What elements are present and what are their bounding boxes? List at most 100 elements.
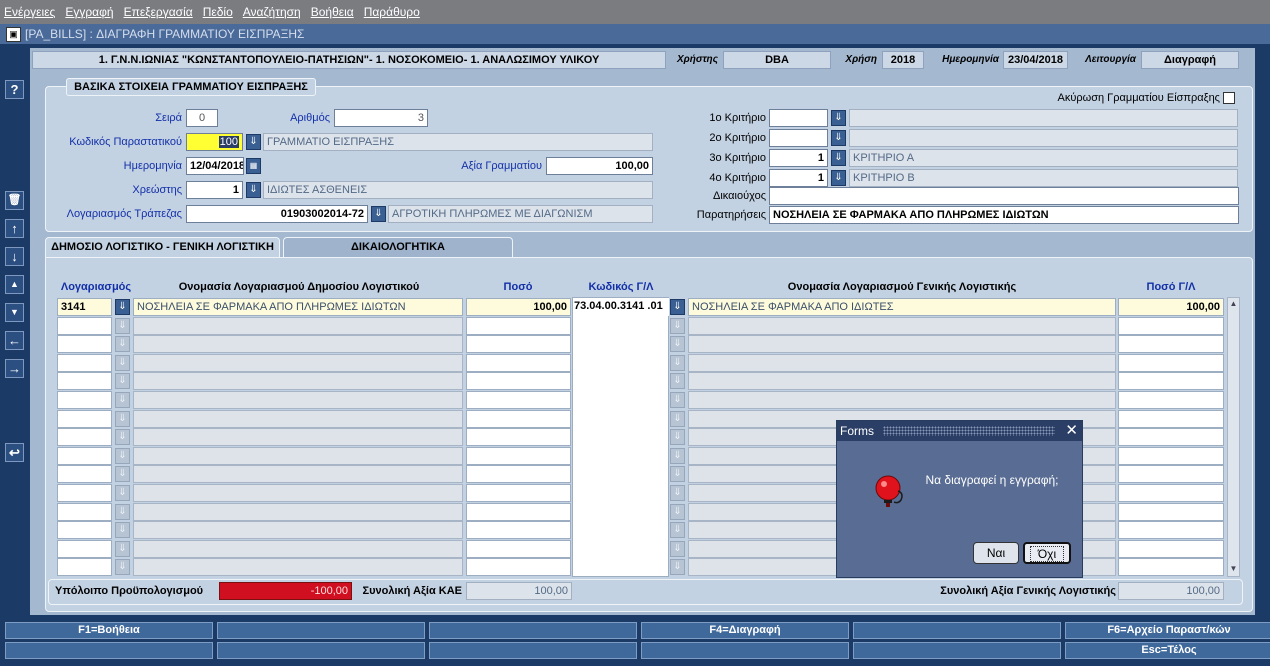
- row-lov-icon[interactable]: ⇓: [670, 466, 685, 483]
- cell-gl-amount[interactable]: [1118, 465, 1224, 484]
- menu-search[interactable]: Αναζήτηση: [243, 5, 301, 19]
- row-lov-icon[interactable]: ⇓: [670, 299, 685, 315]
- fkey-row2-3[interactable]: [429, 642, 637, 659]
- cell-gl-amount[interactable]: [1118, 428, 1224, 447]
- cell-account[interactable]: [57, 391, 112, 409]
- crit4-field[interactable]: 1: [769, 169, 828, 187]
- cell-amount[interactable]: [466, 316, 571, 335]
- row-lov-icon[interactable]: ⇓: [670, 540, 685, 557]
- crit2-field[interactable]: [769, 129, 828, 147]
- cell-amount[interactable]: [466, 558, 571, 577]
- debtor-field[interactable]: 1: [186, 181, 243, 199]
- cell-gl-amount[interactable]: [1118, 502, 1224, 521]
- cell-amount[interactable]: [466, 446, 571, 465]
- cell-gl-amount[interactable]: [1118, 391, 1224, 409]
- help-icon[interactable]: ?: [5, 80, 24, 99]
- row-lov-icon[interactable]: ⇓: [670, 373, 685, 390]
- cell-account[interactable]: [57, 353, 112, 372]
- bank-field[interactable]: 01903002014-72: [186, 205, 368, 223]
- fkey-row1-4[interactable]: F4=Διαγραφή: [641, 622, 849, 639]
- menu-window[interactable]: Παράθυρο: [364, 5, 420, 19]
- row-lov-icon[interactable]: ⇓: [115, 447, 130, 464]
- fkey-row2-1[interactable]: [5, 642, 213, 659]
- scroll-up-icon[interactable]: ▲: [1228, 298, 1239, 310]
- crit3-lov-icon[interactable]: ⇓: [831, 150, 846, 166]
- triangle-up-icon[interactable]: ▲: [5, 275, 24, 294]
- cell-amount[interactable]: [466, 391, 571, 409]
- tab-documents[interactable]: ΔΙΚΑΙΟΛΟΓΗΤΙΚΑ: [283, 237, 513, 257]
- row-lov-icon[interactable]: ⇓: [115, 466, 130, 483]
- notes-field[interactable]: ΝΟΣΗΛΕΙΑ ΣΕ ΦΑΡΜΑΚΑ ΑΠΟ ΠΛΗΡΩΜΕΣ ΙΔΙΩΤΩΝ: [769, 206, 1239, 224]
- menu-help[interactable]: Βοήθεια: [311, 5, 354, 19]
- row-lov-icon[interactable]: ⇓: [115, 373, 130, 390]
- grid-scrollbar[interactable]: [1227, 297, 1240, 577]
- cell-account[interactable]: [57, 446, 112, 465]
- cell-amount[interactable]: [466, 484, 571, 502]
- cell-account[interactable]: 3141: [57, 298, 112, 316]
- row-lov-icon[interactable]: ⇓: [115, 522, 130, 539]
- cell-account[interactable]: [57, 372, 112, 391]
- arrow-left-icon[interactable]: ←: [5, 331, 24, 350]
- cell-amount[interactable]: [466, 335, 571, 354]
- row-lov-icon[interactable]: ⇓: [115, 392, 130, 408]
- menu-actions[interactable]: Ενέργειες: [4, 5, 55, 19]
- row-lov-icon[interactable]: ⇓: [115, 354, 130, 371]
- arrow-down-icon[interactable]: ↓: [5, 247, 24, 266]
- cell-gl-amount[interactable]: [1118, 521, 1224, 540]
- triangle-down-icon[interactable]: ▼: [5, 303, 24, 322]
- cell-gl-amount[interactable]: [1118, 409, 1224, 428]
- arrow-up-icon[interactable]: ↑: [5, 219, 24, 238]
- row-lov-icon[interactable]: ⇓: [670, 392, 685, 408]
- cell-account[interactable]: [57, 539, 112, 558]
- doc-code-lov-icon[interactable]: ⇓: [246, 134, 261, 150]
- doc-code-field[interactable]: 100: [186, 133, 243, 151]
- yes-button[interactable]: Ναι: [973, 542, 1019, 564]
- fkey-row2-5[interactable]: [853, 642, 1061, 659]
- row-lov-icon[interactable]: ⇓: [115, 299, 130, 315]
- cancel-checkbox[interactable]: [1223, 92, 1235, 104]
- fkey-row1-5[interactable]: [853, 622, 1061, 639]
- value-field[interactable]: 100,00: [546, 157, 653, 175]
- cell-account[interactable]: [57, 316, 112, 335]
- cell-gl-amount[interactable]: [1118, 372, 1224, 391]
- debtor-lov-icon[interactable]: ⇓: [246, 182, 261, 198]
- cell-amount[interactable]: [466, 539, 571, 558]
- tab-public-accounting[interactable]: ΔΗΜΟΣΙΟ ΛΟΓΙΣΤΙΚΟ - ΓΕΝΙΚΗ ΛΟΓΙΣΤΙΚΗ: [45, 237, 280, 257]
- row-lov-icon[interactable]: ⇓: [115, 559, 130, 576]
- fkey-row1-1[interactable]: F1=Βοήθεια: [5, 622, 213, 639]
- fkey-row2-2[interactable]: [217, 642, 425, 659]
- fkey-row2-6[interactable]: Esc=Τέλος: [1065, 642, 1270, 659]
- date-field-basic[interactable]: 12/04/2018: [186, 157, 244, 175]
- row-lov-icon[interactable]: ⇓: [115, 336, 130, 353]
- menu-record[interactable]: Εγγραφή: [65, 5, 113, 19]
- cell-account[interactable]: [57, 335, 112, 354]
- cell-amount[interactable]: [466, 353, 571, 372]
- fkey-row1-2[interactable]: [217, 622, 425, 639]
- cell-gl-amount[interactable]: [1118, 316, 1224, 335]
- crit1-lov-icon[interactable]: ⇓: [831, 110, 846, 126]
- cell-gl-amount[interactable]: [1118, 335, 1224, 354]
- number-field[interactable]: 3: [334, 109, 428, 127]
- bank-lov-icon[interactable]: ⇓: [371, 206, 386, 222]
- row-lov-icon[interactable]: ⇓: [670, 559, 685, 576]
- row-lov-icon[interactable]: ⇓: [670, 522, 685, 539]
- row-lov-icon[interactable]: ⇓: [670, 336, 685, 353]
- cell-amount[interactable]: 100,00: [466, 298, 571, 316]
- cell-amount[interactable]: [466, 521, 571, 540]
- gl-code-cell[interactable]: 73.04.00.3141 .01: [574, 298, 669, 316]
- cell-account[interactable]: [57, 409, 112, 428]
- cell-account[interactable]: [57, 521, 112, 540]
- calendar-icon[interactable]: ▦: [246, 158, 261, 174]
- cell-account[interactable]: [57, 484, 112, 502]
- fkey-row2-4[interactable]: [641, 642, 849, 659]
- cell-account[interactable]: [57, 465, 112, 484]
- row-lov-icon[interactable]: ⇓: [670, 485, 685, 501]
- cell-amount[interactable]: [466, 409, 571, 428]
- cell-amount[interactable]: [466, 372, 571, 391]
- trash-icon[interactable]: 🗑: [5, 191, 24, 210]
- menu-edit[interactable]: Επεξεργασία: [124, 5, 193, 19]
- crit3-field[interactable]: 1: [769, 149, 828, 167]
- row-lov-icon[interactable]: ⇓: [670, 447, 685, 464]
- crit1-field[interactable]: [769, 109, 828, 127]
- row-lov-icon[interactable]: ⇓: [115, 485, 130, 501]
